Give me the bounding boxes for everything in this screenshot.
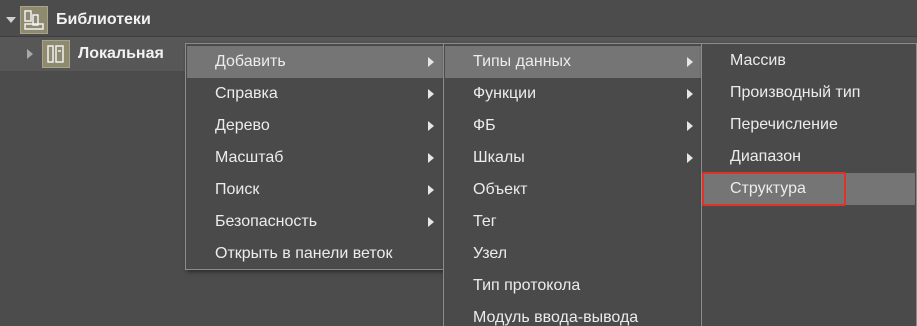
submenu-data-types: Массив Производный тип Перечисление Диап…	[701, 43, 917, 326]
menu-item-label: Функции	[473, 85, 537, 102]
menu-item-label: ФБ	[473, 117, 496, 134]
menu-item-label: Добавить	[215, 53, 286, 70]
submenu-arrow-icon	[687, 89, 693, 99]
menu-item-scale[interactable]: Масштаб	[187, 142, 444, 174]
menu-item-label: Дерево	[215, 117, 270, 134]
menu-item-node[interactable]: Узел	[445, 238, 703, 270]
submenu-arrow-icon	[687, 153, 693, 163]
menu-item-io-module[interactable]: Модуль ввода-вывода	[445, 302, 703, 326]
library-icon	[20, 6, 48, 34]
submenu-arrow-icon	[428, 185, 434, 195]
menu-item-label: Открыть в панели веток	[215, 245, 393, 262]
menu-item-open-in-branch-panel[interactable]: Открыть в панели веток	[187, 238, 444, 270]
menu-item-label: Тип протокола	[473, 277, 581, 294]
menu-item-tag[interactable]: Тег	[445, 206, 703, 238]
submenu-arrow-icon	[428, 89, 434, 99]
menu-item-label: Шкалы	[473, 149, 525, 166]
menu-item-data-types[interactable]: Типы данных	[445, 46, 703, 78]
menu-item-tree[interactable]: Дерево	[187, 110, 444, 142]
menu-item-search[interactable]: Поиск	[187, 174, 444, 206]
app-stage: Библиотеки Локальная Добавить Справка Де…	[0, 0, 917, 326]
submenu-arrow-icon	[428, 153, 434, 163]
menu-item-label: Производный тип	[730, 84, 861, 101]
submenu-arrow-icon	[428, 57, 434, 67]
menu-item-scales[interactable]: Шкалы	[445, 142, 703, 174]
submenu-add: Типы данных Функции ФБ Шкалы Объект Тег …	[443, 43, 705, 326]
menu-item-protocol-type[interactable]: Тип протокола	[445, 270, 703, 302]
menu-item-structure[interactable]: Структура	[703, 173, 915, 205]
local-library-icon	[42, 40, 70, 68]
menu-item-label: Безопасность	[215, 213, 318, 230]
menu-item-label: Модуль ввода-вывода	[473, 309, 639, 326]
menu-item-derived-type[interactable]: Производный тип	[703, 77, 915, 109]
menu-item-label: Масштаб	[215, 149, 284, 166]
tree-item-label: Локальная	[78, 45, 164, 62]
menu-item-label: Поиск	[215, 181, 260, 198]
menu-item-fb[interactable]: ФБ	[445, 110, 703, 142]
expand-arrow-icon[interactable]	[6, 17, 16, 23]
menu-item-object[interactable]: Объект	[445, 174, 703, 206]
submenu-arrow-icon	[687, 121, 693, 131]
tree-item-libraries[interactable]: Библиотеки	[0, 4, 917, 36]
collapse-arrow-icon[interactable]	[27, 49, 33, 59]
menu-item-label: Диапазон	[730, 148, 801, 165]
submenu-arrow-icon	[687, 57, 693, 67]
menu-item-label: Объект	[473, 181, 528, 198]
menu-item-enumeration[interactable]: Перечисление	[703, 109, 915, 141]
menu-item-help[interactable]: Справка	[187, 78, 444, 110]
menu-item-label: Типы данных	[473, 53, 572, 70]
submenu-arrow-icon	[428, 121, 434, 131]
menu-item-label: Структура	[730, 180, 806, 197]
menu-item-functions[interactable]: Функции	[445, 78, 703, 110]
menu-item-array[interactable]: Массив	[703, 45, 915, 77]
submenu-arrow-icon	[428, 217, 434, 227]
menu-item-security[interactable]: Безопасность	[187, 206, 444, 238]
menu-item-add[interactable]: Добавить	[187, 46, 444, 78]
context-menu: Добавить Справка Дерево Масштаб Поиск Бе…	[185, 43, 446, 270]
menu-item-label: Перечисление	[730, 116, 838, 133]
menu-item-label: Тег	[473, 213, 497, 230]
menu-item-label: Справка	[215, 85, 278, 102]
menu-item-range[interactable]: Диапазон	[703, 141, 915, 173]
menu-item-label: Массив	[730, 52, 786, 69]
tree-item-label: Библиотеки	[56, 11, 151, 28]
menu-item-label: Узел	[473, 245, 508, 262]
